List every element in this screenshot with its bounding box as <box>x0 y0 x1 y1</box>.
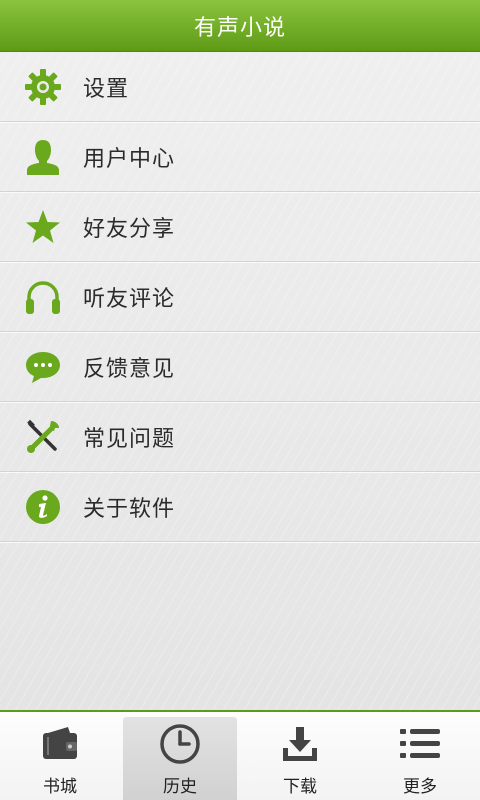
tab-more[interactable]: 更多 <box>360 712 480 800</box>
tools-icon <box>23 417 63 457</box>
list-icon <box>398 722 442 766</box>
chat-bubble-icon <box>23 347 63 387</box>
settings-menu: 设置 用户中心 好友分享 听友评论 反馈意见 常见问题 关于软件 <box>0 52 480 710</box>
menu-item-user-center[interactable]: 用户中心 <box>0 122 480 192</box>
menu-item-comments[interactable]: 听友评论 <box>0 262 480 332</box>
tab-label: 下载 <box>283 777 317 797</box>
title-bar: 有声小说 <box>0 0 480 52</box>
download-icon <box>278 722 322 766</box>
user-icon <box>23 137 63 177</box>
bottom-tab-bar: 书城 历史 下载 更多 <box>0 710 480 800</box>
wallet-icon <box>38 722 82 766</box>
menu-item-label: 常见问题 <box>83 426 176 452</box>
menu-item-label: 关于软件 <box>83 496 176 522</box>
menu-item-share[interactable]: 好友分享 <box>0 192 480 262</box>
menu-item-feedback[interactable]: 反馈意见 <box>0 332 480 402</box>
tab-label: 更多 <box>403 777 437 797</box>
menu-item-faq[interactable]: 常见问题 <box>0 402 480 472</box>
menu-item-label: 反馈意见 <box>83 356 176 382</box>
menu-item-settings[interactable]: 设置 <box>0 52 480 122</box>
tab-label: 书城 <box>43 777 77 797</box>
menu-item-about[interactable]: 关于软件 <box>0 472 480 542</box>
tab-history[interactable]: 历史 <box>123 717 237 800</box>
star-icon <box>23 207 63 247</box>
tab-label: 历史 <box>163 777 197 797</box>
gear-icon <box>23 67 63 107</box>
clock-icon <box>158 722 202 766</box>
menu-item-label: 听友评论 <box>83 286 176 312</box>
page-title: 有声小说 <box>193 15 286 41</box>
headphones-icon <box>23 277 63 317</box>
tab-bookstore[interactable]: 书城 <box>0 712 120 800</box>
menu-item-label: 用户中心 <box>83 146 176 172</box>
info-icon <box>23 487 63 527</box>
menu-item-label: 好友分享 <box>83 216 176 242</box>
tab-download[interactable]: 下载 <box>240 712 360 800</box>
menu-item-label: 设置 <box>83 76 130 102</box>
